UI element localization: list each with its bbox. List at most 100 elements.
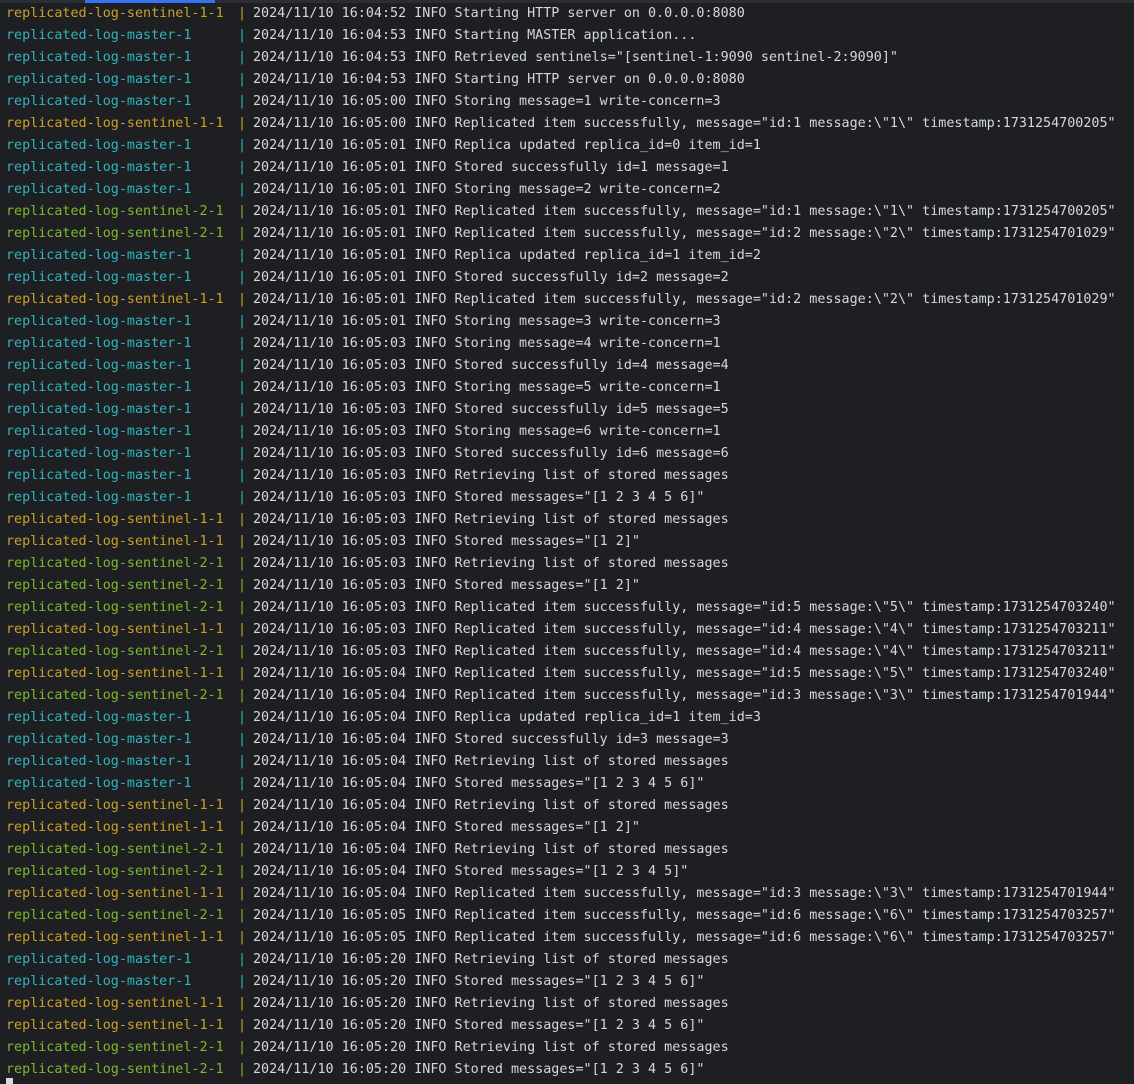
log-message: 2024/11/10 16:05:01 INFO Stored successf… [253, 270, 729, 285]
log-line: replicated-log-sentinel-1-1 | 2024/11/10 1… [6, 817, 1130, 839]
log-separator: | [238, 886, 247, 901]
log-separator: | [238, 424, 247, 439]
log-line: replicated-log-master-1 | 2024/11/10 16:05… [6, 267, 1130, 289]
log-service-name: replicated-log-sentinel-1-1 [6, 666, 224, 681]
log-message: 2024/11/10 16:05:03 INFO Stored successf… [253, 402, 729, 417]
log-message: 2024/11/10 16:05:04 INFO Stored messages… [253, 776, 705, 791]
log-line: replicated-log-sentinel-1-1 | 2024/11/10 1… [6, 509, 1130, 531]
log-separator: | [238, 72, 247, 87]
log-service-name: replicated-log-master-1 [6, 336, 192, 351]
terminal-log-output[interactable]: replicated-log-sentinel-1-1 | 2024/11/10 1… [6, 3, 1130, 1081]
log-message: 2024/11/10 16:05:01 INFO Replica updated… [253, 138, 761, 153]
log-separator: | [238, 314, 247, 329]
log-message: 2024/11/10 16:05:03 INFO Retrieving list… [253, 556, 729, 571]
log-message: 2024/11/10 16:05:03 INFO Stored successf… [253, 446, 729, 461]
log-service-name: replicated-log-master-1 [6, 380, 192, 395]
log-service-name: replicated-log-sentinel-2-1 [6, 556, 224, 571]
log-message: 2024/11/10 16:05:04 INFO Retrieving list… [253, 798, 729, 813]
log-service-name: replicated-log-sentinel-2-1 [6, 1062, 224, 1077]
log-message: 2024/11/10 16:05:04 INFO Replicated item… [253, 886, 1116, 901]
log-message: 2024/11/10 16:05:05 INFO Replicated item… [253, 930, 1116, 945]
log-service-name: replicated-log-master-1 [6, 358, 192, 373]
log-separator: | [238, 908, 247, 923]
log-message: 2024/11/10 16:05:04 INFO Replicated item… [253, 688, 1116, 703]
log-line: replicated-log-sentinel-1-1 | 2024/11/10 1… [6, 289, 1130, 311]
log-service-name: replicated-log-sentinel-1-1 [6, 886, 224, 901]
log-service-name: replicated-log-sentinel-2-1 [6, 1040, 224, 1055]
log-line: replicated-log-master-1 | 2024/11/10 16:05… [6, 971, 1130, 993]
log-line: replicated-log-sentinel-1-1 | 2024/11/10 1… [6, 619, 1130, 641]
log-message: 2024/11/10 16:05:00 INFO Replicated item… [253, 116, 1116, 131]
log-service-name: replicated-log-master-1 [6, 94, 192, 109]
log-separator: | [238, 1062, 247, 1077]
log-line: replicated-log-master-1 | 2024/11/10 16:05… [6, 707, 1130, 729]
log-line: replicated-log-sentinel-2-1 | 2024/11/10 1… [6, 597, 1130, 619]
log-separator: | [238, 270, 247, 285]
log-separator: | [238, 446, 247, 461]
log-line: replicated-log-sentinel-1-1 | 2024/11/10 1… [6, 531, 1130, 553]
log-separator: | [238, 402, 247, 417]
log-separator: | [238, 776, 247, 791]
log-message: 2024/11/10 16:05:01 INFO Stored successf… [253, 160, 729, 175]
log-message: 2024/11/10 16:05:03 INFO Stored messages… [253, 534, 640, 549]
log-line: replicated-log-master-1 | 2024/11/10 16:05… [6, 487, 1130, 509]
log-line: replicated-log-master-1 | 2024/11/10 16:04… [6, 69, 1130, 91]
log-message: 2024/11/10 16:05:03 INFO Replicated item… [253, 600, 1116, 615]
log-message: 2024/11/10 16:05:03 INFO Replicated item… [253, 622, 1116, 637]
log-separator: | [238, 798, 247, 813]
log-service-name: replicated-log-master-1 [6, 138, 192, 153]
log-line: replicated-log-master-1 | 2024/11/10 16:05… [6, 421, 1130, 443]
log-message: 2024/11/10 16:05:03 INFO Replicated item… [253, 644, 1116, 659]
log-message: 2024/11/10 16:05:20 INFO Stored messages… [253, 1062, 705, 1077]
log-line: replicated-log-sentinel-1-1 | 2024/11/10 1… [6, 883, 1130, 905]
log-message: 2024/11/10 16:05:20 INFO Stored messages… [253, 1018, 705, 1033]
log-separator: | [238, 138, 247, 153]
log-message: 2024/11/10 16:05:20 INFO Retrieving list… [253, 996, 729, 1011]
log-service-name: replicated-log-sentinel-2-1 [6, 842, 224, 857]
log-separator: | [238, 820, 247, 835]
log-service-name: replicated-log-sentinel-1-1 [6, 534, 224, 549]
log-service-name: replicated-log-master-1 [6, 732, 192, 747]
log-separator: | [238, 1040, 247, 1055]
log-service-name: replicated-log-master-1 [6, 446, 192, 461]
log-line: replicated-log-master-1 | 2024/11/10 16:05… [6, 399, 1130, 421]
log-service-name: replicated-log-master-1 [6, 468, 192, 483]
log-message: 2024/11/10 16:05:03 INFO Storing message… [253, 336, 721, 351]
log-service-name: replicated-log-master-1 [6, 314, 192, 329]
log-line: replicated-log-sentinel-2-1 | 2024/11/10 1… [6, 905, 1130, 927]
log-line: replicated-log-sentinel-2-1 | 2024/11/10 1… [6, 861, 1130, 883]
log-separator: | [238, 842, 247, 857]
log-separator: | [238, 248, 247, 263]
log-separator: | [238, 710, 247, 725]
log-line: replicated-log-sentinel-2-1 | 2024/11/10 1… [6, 575, 1130, 597]
log-service-name: replicated-log-master-1 [6, 28, 192, 43]
log-service-name: replicated-log-sentinel-2-1 [6, 644, 224, 659]
log-message: 2024/11/10 16:05:01 INFO Replicated item… [253, 226, 1116, 241]
log-service-name: replicated-log-master-1 [6, 160, 192, 175]
log-service-name: replicated-log-master-1 [6, 72, 192, 87]
log-separator: | [238, 930, 247, 945]
log-service-name: replicated-log-master-1 [6, 710, 192, 725]
log-message: 2024/11/10 16:05:04 INFO Replica updated… [253, 710, 761, 725]
log-separator: | [238, 336, 247, 351]
log-service-name: replicated-log-sentinel-1-1 [6, 820, 224, 835]
log-line: replicated-log-master-1 | 2024/11/10 16:05… [6, 91, 1130, 113]
log-service-name: replicated-log-sentinel-2-1 [6, 204, 224, 219]
log-service-name: replicated-log-master-1 [6, 754, 192, 769]
log-service-name: replicated-log-sentinel-1-1 [6, 996, 224, 1011]
log-separator: | [238, 556, 247, 571]
log-service-name: replicated-log-master-1 [6, 270, 192, 285]
log-separator: | [238, 666, 247, 681]
log-separator: | [238, 50, 247, 65]
log-line: replicated-log-master-1 | 2024/11/10 16:04… [6, 47, 1130, 69]
log-service-name: replicated-log-sentinel-1-1 [6, 1018, 224, 1033]
log-line: replicated-log-sentinel-1-1 | 2024/11/10 1… [6, 993, 1130, 1015]
log-line: replicated-log-master-1 | 2024/11/10 16:05… [6, 729, 1130, 751]
log-line: replicated-log-sentinel-2-1 | 2024/11/10 1… [6, 1059, 1130, 1081]
log-line: replicated-log-master-1 | 2024/11/10 16:05… [6, 311, 1130, 333]
log-message: 2024/11/10 16:05:20 INFO Retrieving list… [253, 1040, 729, 1055]
log-separator: | [238, 116, 247, 131]
log-line: replicated-log-sentinel-2-1 | 2024/11/10 1… [6, 641, 1130, 663]
log-message: 2024/11/10 16:04:53 INFO Starting HTTP s… [253, 72, 745, 87]
terminal-cursor [6, 1078, 13, 1084]
